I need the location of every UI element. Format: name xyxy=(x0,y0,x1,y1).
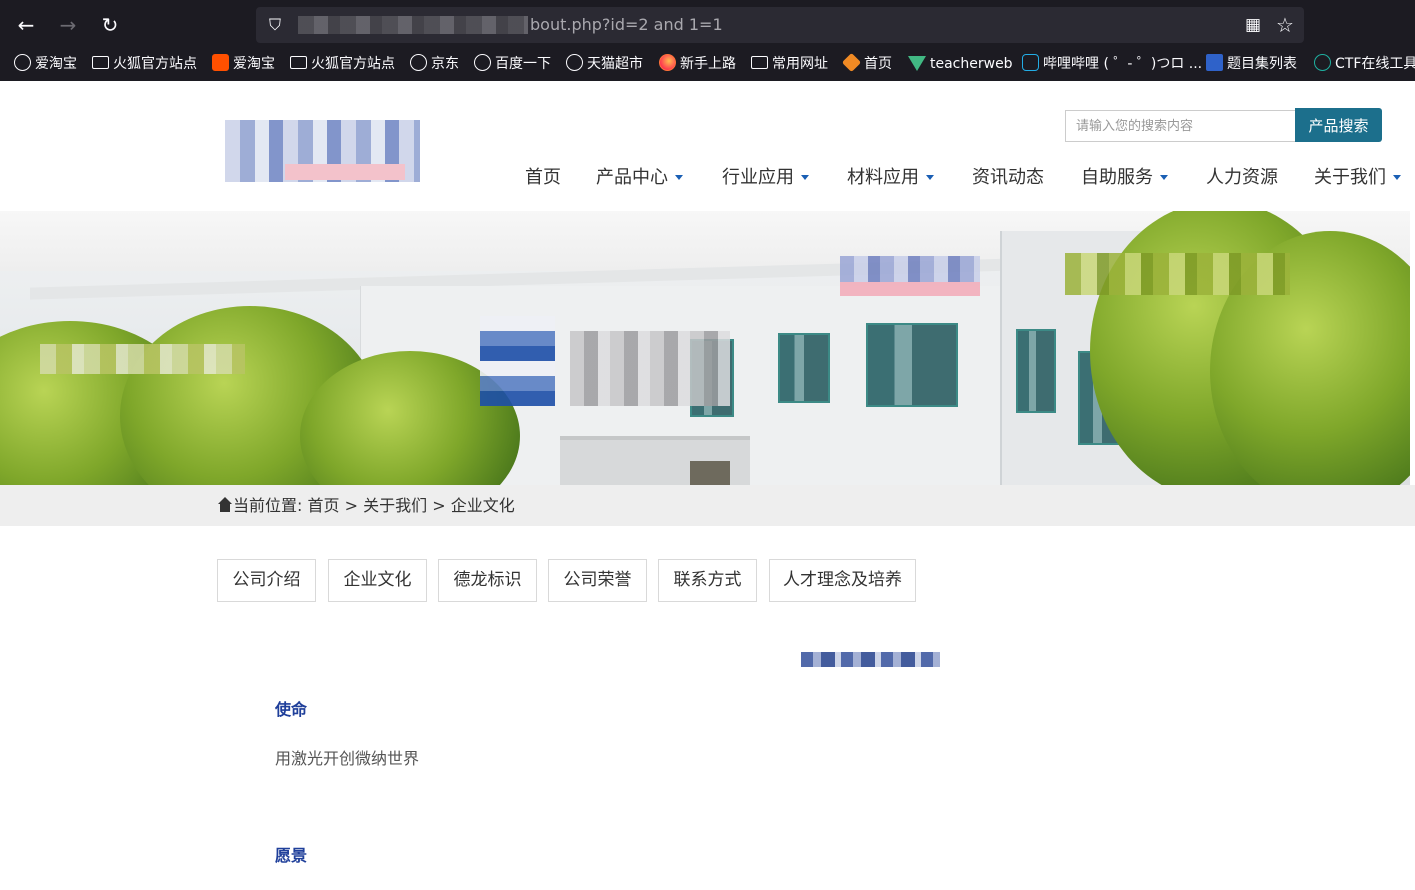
nav-item-materials[interactable]: 材料应用 xyxy=(847,160,934,196)
tab-talent[interactable]: 人才理念及培养 xyxy=(769,559,916,602)
nav-item-self-service[interactable]: 自助服务 xyxy=(1081,160,1168,196)
shield-icon[interactable]: ⛉ xyxy=(264,14,286,36)
globe-icon xyxy=(474,54,491,71)
tab-brand-identity[interactable]: 德龙标识 xyxy=(438,559,537,602)
search-input[interactable] xyxy=(1065,110,1296,142)
caret-down-icon xyxy=(1393,175,1401,180)
bookmarks-toolbar: 爱淘宝 火狐官方站点 爱淘宝 火狐官方站点 京东 百度一下 天猫超市 新手上路 … xyxy=(0,50,1415,78)
bookmark-item[interactable]: 百度一下 xyxy=(474,50,551,78)
tab-company-intro[interactable]: 公司介绍 xyxy=(217,559,316,602)
hero-banner-image xyxy=(0,211,1410,485)
nav-item-hr[interactable]: 人力资源 xyxy=(1206,160,1278,196)
firefox-icon xyxy=(659,54,676,71)
product-search-button[interactable]: 产品搜索 xyxy=(1295,108,1382,142)
folder-icon xyxy=(751,56,768,69)
breadcrumb-bar: 当前位置: 首页 > 关于我们 > 企业文化 xyxy=(0,485,1415,526)
vue-icon xyxy=(908,56,926,71)
caret-down-icon xyxy=(1160,175,1168,180)
folder-icon xyxy=(92,56,109,69)
globe-icon xyxy=(566,54,583,71)
bookmark-item[interactable]: 新手上路 xyxy=(659,50,736,78)
caret-down-icon xyxy=(801,175,809,180)
star-icon[interactable]: ☆ xyxy=(1274,14,1296,36)
bookmark-item[interactable]: 题目集列表 xyxy=(1206,50,1297,78)
bookmark-item[interactable]: 爱淘宝 xyxy=(212,50,275,78)
back-arrow-icon[interactable]: ← xyxy=(10,9,42,41)
document-icon xyxy=(1206,54,1223,71)
breadcrumb-current: 企业文化 xyxy=(450,496,515,515)
caret-down-icon xyxy=(675,175,683,180)
section-heading-mission: 使命 xyxy=(275,700,308,719)
taobao-icon xyxy=(212,54,229,71)
bookmark-item[interactable]: CTF在线工具 xyxy=(1314,50,1415,78)
folder-icon xyxy=(290,56,307,69)
globe-icon xyxy=(14,54,31,71)
bookmark-item[interactable]: 京东 xyxy=(410,50,459,78)
nav-item-industry[interactable]: 行业应用 xyxy=(722,160,809,196)
breadcrumb-link-about[interactable]: 关于我们 xyxy=(363,496,427,515)
redacted-article-title xyxy=(801,652,940,667)
breadcrumb-link-home[interactable]: 首页 xyxy=(308,496,340,515)
nav-item-home[interactable]: 首页 xyxy=(525,160,561,196)
globe-icon xyxy=(410,54,427,71)
bookmark-item[interactable]: 常用网址 xyxy=(751,50,828,78)
browser-chrome: ← → ↻ ⛉ bout.php?id=2 and 1=1 ▦ ☆ 爱淘宝 火狐… xyxy=(0,0,1415,81)
section-heading-vision: 愿景 xyxy=(275,846,308,865)
bookmark-item[interactable]: 爱淘宝 xyxy=(14,50,77,78)
caret-down-icon xyxy=(926,175,934,180)
hexagon-icon xyxy=(841,52,862,73)
bilibili-icon xyxy=(1022,54,1039,71)
url-text[interactable]: bout.php?id=2 and 1=1 xyxy=(530,7,723,43)
nav-item-products[interactable]: 产品中心 xyxy=(596,160,683,196)
bookmark-item[interactable]: 火狐官方站点 xyxy=(92,50,197,78)
tab-corporate-culture[interactable]: 企业文化 xyxy=(328,559,427,602)
breadcrumb: 当前位置: 首页 > 关于我们 > 企业文化 xyxy=(218,485,515,526)
bookmark-item[interactable]: 火狐官方站点 xyxy=(290,50,395,78)
bookmark-item[interactable]: teacherweb xyxy=(908,50,1013,78)
nav-item-about[interactable]: 关于我们 xyxy=(1314,160,1401,196)
bookmark-item[interactable]: 首页 xyxy=(841,50,892,78)
section-text-mission: 用激光开创微纳世界 xyxy=(275,749,420,768)
bookmark-item[interactable]: 天猫超市 xyxy=(566,50,643,78)
qr-code-icon[interactable]: ▦ xyxy=(1242,14,1264,36)
nav-item-news[interactable]: 资讯动态 xyxy=(972,160,1044,196)
reload-icon[interactable]: ↻ xyxy=(94,9,126,41)
home-icon xyxy=(218,497,232,512)
redacted-url-host xyxy=(298,16,528,34)
address-bar[interactable]: ⛉ bout.php?id=2 and 1=1 ▦ ☆ xyxy=(256,7,1304,43)
tab-honors[interactable]: 公司荣誉 xyxy=(548,559,647,602)
bookmark-item[interactable]: 哔哩哔哩 ( ゜- ゜)つロ ... xyxy=(1022,50,1202,78)
tab-contact[interactable]: 联系方式 xyxy=(658,559,757,602)
forward-arrow-icon[interactable]: → xyxy=(52,9,84,41)
main-nav: 首页 产品中心 行业应用 材料应用 资讯动态 自助服务 人力资源 关于我们 xyxy=(0,160,1415,196)
ctf-icon xyxy=(1314,54,1331,71)
